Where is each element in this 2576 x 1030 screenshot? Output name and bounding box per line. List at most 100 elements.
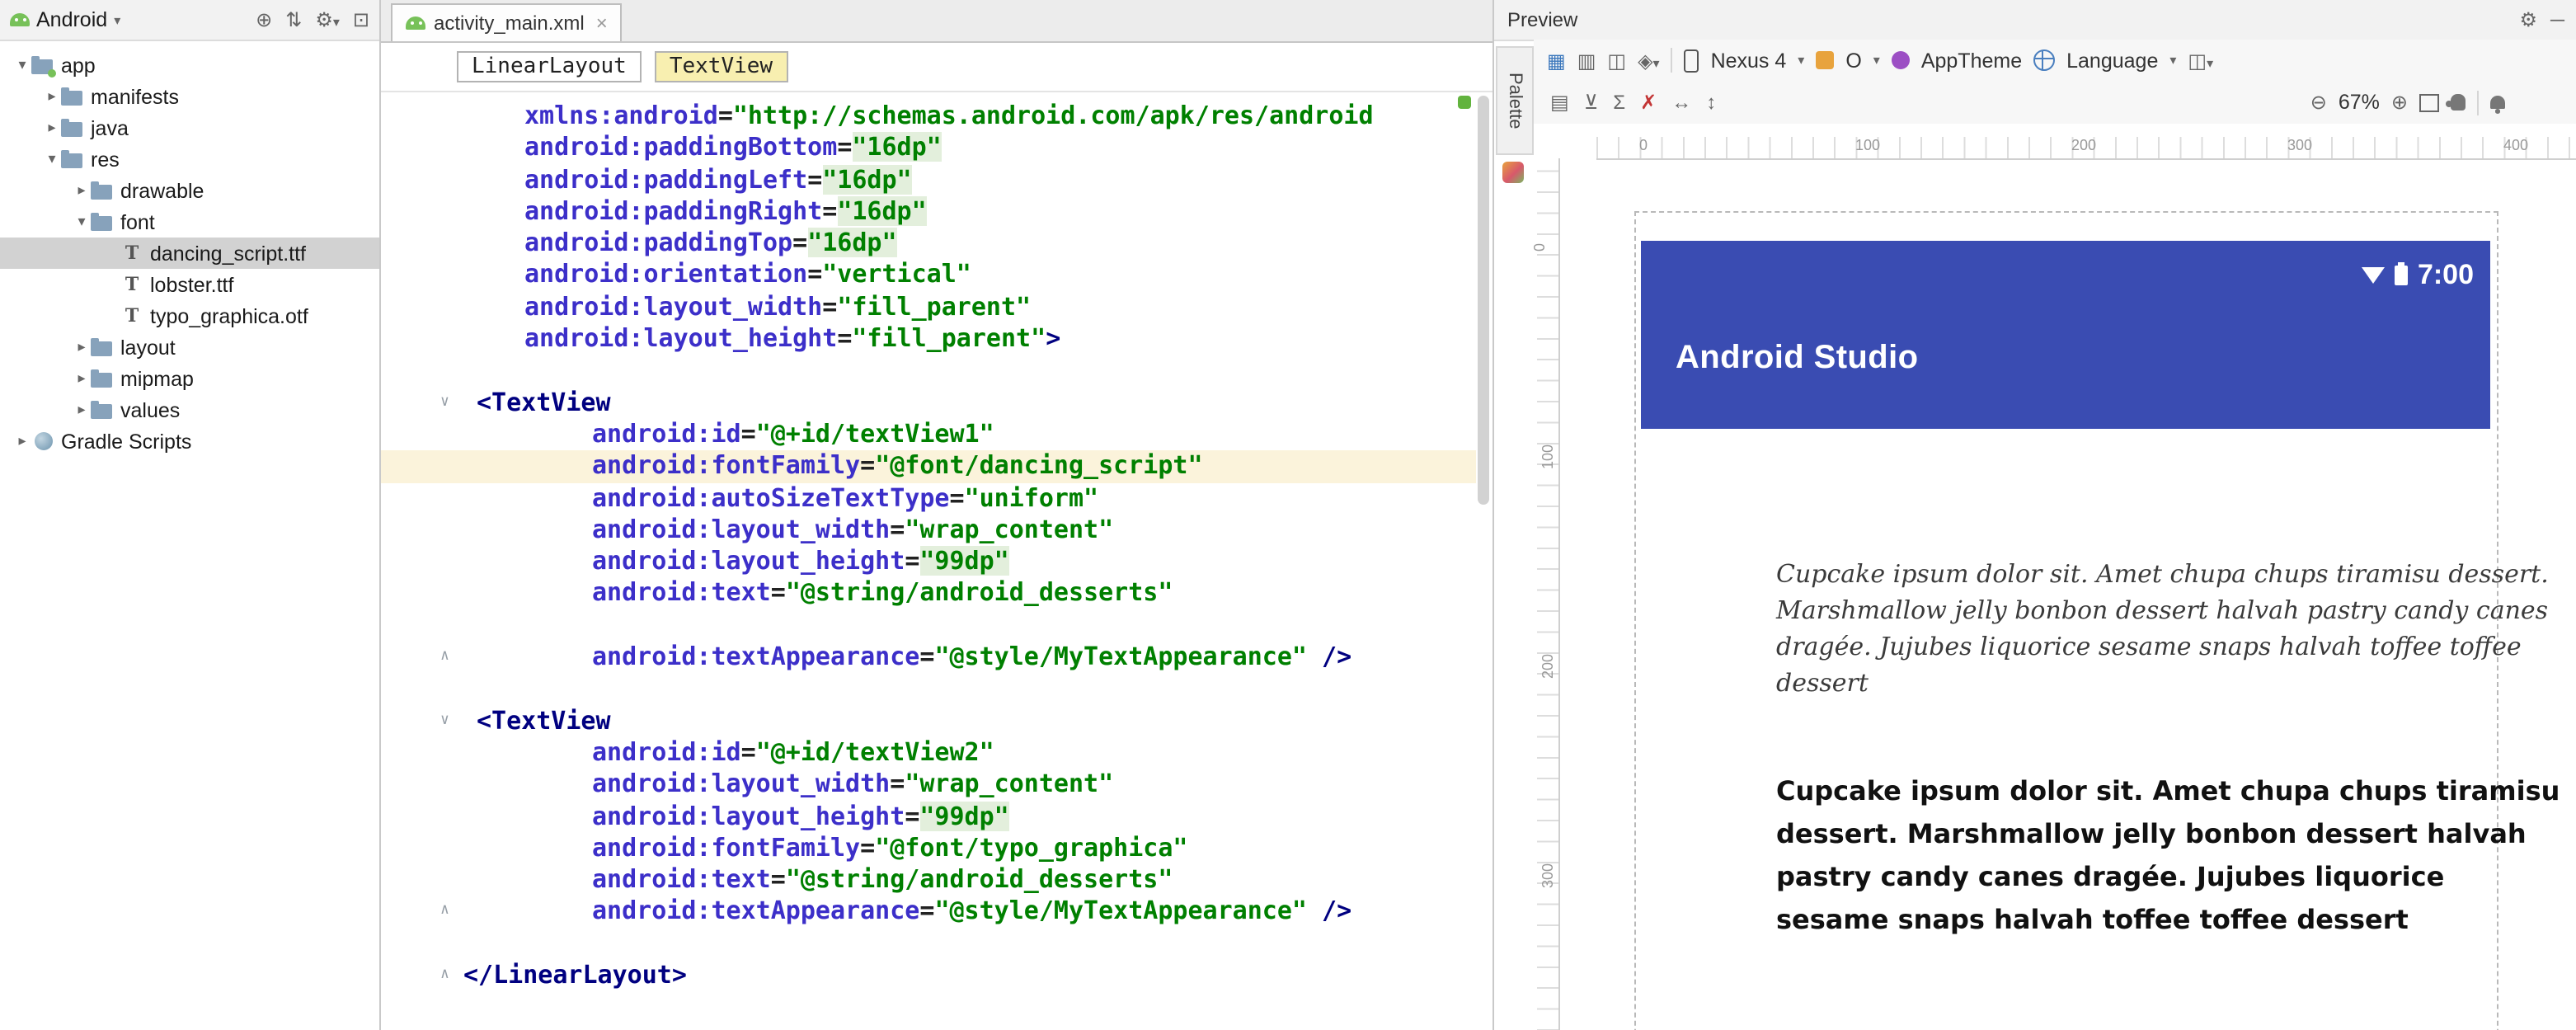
settings-gear-icon[interactable]: ⚙▾ xyxy=(315,10,340,30)
chevron-down-icon[interactable]: ▾ xyxy=(1873,53,1880,68)
tree-item-manifests[interactable]: ▸ manifests xyxy=(0,81,379,112)
close-tab-icon[interactable]: × xyxy=(596,12,608,35)
code-line[interactable]: ∨ <TextView xyxy=(381,387,1476,419)
blueprint-surface-icon[interactable]: ▥ xyxy=(1577,50,1596,70)
tree-item-app[interactable]: ▾ app xyxy=(0,49,379,81)
fold-marker-icon[interactable]: ∧ xyxy=(440,896,449,929)
tree-item-layout[interactable]: ▸ layout xyxy=(0,332,379,363)
notifications-bell-icon[interactable] xyxy=(2490,96,2505,113)
code-line-current[interactable]: android:fontFamily="@font/dancing_script… xyxy=(381,450,1476,483)
tree-item-mipmap[interactable]: ▸ mipmap xyxy=(0,363,379,394)
textview1-dancing-script[interactable]: Cupcake ipsum dolor sit. Amet chupa chup… xyxy=(1776,556,2571,701)
zoom-to-fit-icon[interactable] xyxy=(2419,93,2439,111)
expanded-arrow-icon[interactable]: ▾ xyxy=(73,213,91,231)
design-surface-icon[interactable]: ▦ xyxy=(1547,50,1566,70)
sum-constraints-icon[interactable]: Σ xyxy=(1613,92,1625,112)
locale-selector[interactable]: Language xyxy=(2066,49,2158,72)
breadcrumb-textview[interactable]: TextView xyxy=(654,51,788,82)
expand-vertical-icon[interactable]: ↕ xyxy=(1706,92,1716,112)
tree-item-lobster-ttf[interactable]: Tlobster.ttf xyxy=(0,269,379,300)
code-line[interactable]: android:layout_height="fill_parent"> xyxy=(381,323,1476,355)
collapsed-arrow-icon[interactable]: ▸ xyxy=(43,119,61,137)
code-line[interactable]: android:layout_height="99dp" xyxy=(381,801,1476,833)
code-line[interactable]: android:layout_height="99dp" xyxy=(381,546,1476,578)
tree-item-java[interactable]: ▸ java xyxy=(0,112,379,143)
code-line[interactable] xyxy=(381,674,1476,706)
collapsed-arrow-icon[interactable]: ▸ xyxy=(13,432,31,450)
expanded-arrow-icon[interactable]: ▾ xyxy=(43,150,61,168)
zoom-in-icon[interactable]: ⊕ xyxy=(2391,92,2408,112)
fold-marker-icon[interactable]: ∧ xyxy=(440,642,449,674)
code-line[interactable]: android:fontFamily="@font/typo_graphica" xyxy=(381,833,1476,865)
code-line[interactable]: android:autoSizeTextType="uniform" xyxy=(381,482,1476,515)
code-line[interactable]: android:text="@string/android_desserts" xyxy=(381,864,1476,896)
code-line[interactable] xyxy=(381,355,1476,388)
theme-diamond-icon[interactable]: ◈▾ xyxy=(1638,50,1660,70)
split-surface-icon[interactable]: ◫ xyxy=(1607,50,1626,70)
editor-scrollbar[interactable] xyxy=(1478,96,1489,505)
preview-hide-icon[interactable]: ─ xyxy=(2550,8,2564,31)
sort-actions-icon[interactable]: ⊻ xyxy=(1584,92,1599,112)
tree-item-gradle-scripts[interactable]: ▸ Gradle Scripts xyxy=(0,426,379,457)
show-layout-icon[interactable]: ▤ xyxy=(1550,92,1569,112)
code-line[interactable]: android:text="@string/android_desserts" xyxy=(381,578,1476,610)
code-line[interactable] xyxy=(381,928,1476,960)
tree-item-res[interactable]: ▾ res xyxy=(0,143,379,175)
fold-marker-icon[interactable]: ∨ xyxy=(440,705,449,737)
palette-icon[interactable] xyxy=(1502,162,1524,183)
collapsed-arrow-icon[interactable]: ▸ xyxy=(73,338,91,356)
code-line[interactable]: xmlns:android="http://schemas.android.co… xyxy=(381,101,1476,133)
code-line[interactable]: android:id="@+id/textView2" xyxy=(381,737,1476,769)
chevron-down-icon[interactable]: ▾ xyxy=(1798,53,1804,68)
device-preview-frame[interactable]: 7:00 Android Studio Cupcake ipsum dolor … xyxy=(1634,211,2560,1030)
code-line[interactable]: android:paddingBottom="16dp" xyxy=(381,132,1476,165)
code-line[interactable]: ∧ android:textAppearance="@style/MyTextAp… xyxy=(381,896,1476,929)
chevron-down-icon[interactable]: ▾ xyxy=(114,12,120,27)
breadcrumb-linearlayout[interactable]: LinearLayout xyxy=(457,51,642,82)
code-line[interactable] xyxy=(381,610,1476,642)
collapsed-arrow-icon[interactable]: ▸ xyxy=(73,401,91,419)
tree-item-values[interactable]: ▸ values xyxy=(0,394,379,426)
code-line[interactable]: android:paddingRight="16dp" xyxy=(381,195,1476,228)
inspection-status-icon[interactable] xyxy=(1458,96,1471,109)
code-line[interactable]: android:layout_width="wrap_content" xyxy=(381,769,1476,801)
clear-constraints-icon[interactable]: ✗ xyxy=(1640,92,1657,112)
code-line[interactable]: ∧ </LinearLayout> xyxy=(381,960,1476,992)
code-line[interactable]: android:paddingLeft="16dp" xyxy=(381,164,1476,196)
preview-canvas[interactable]: 7:00 Android Studio Cupcake ipsum dolor … xyxy=(1534,124,2576,1030)
tree-item-font[interactable]: ▾ font xyxy=(0,206,379,238)
layout-variant-icon[interactable]: ◫▾ xyxy=(2188,50,2213,70)
fold-marker-icon[interactable]: ∨ xyxy=(440,387,449,419)
expand-horizontal-icon[interactable]: ↔ xyxy=(1671,92,1691,112)
tree-item-dancing-script-ttf[interactable]: Tdancing_script.ttf xyxy=(0,238,379,269)
chevron-down-icon[interactable]: ▾ xyxy=(2169,53,2176,68)
project-view-selector[interactable]: Android xyxy=(36,8,107,31)
code-line[interactable]: ∨ <TextView xyxy=(381,705,1476,737)
preview-settings-gear-icon[interactable]: ⚙ xyxy=(2519,8,2537,31)
code-line[interactable]: android:orientation="vertical" xyxy=(381,260,1476,292)
hide-panel-icon[interactable]: ⊡ xyxy=(353,10,369,30)
code-line[interactable]: ∧ android:textAppearance="@style/MyTextAp… xyxy=(381,642,1476,674)
theme-selector[interactable]: AppTheme xyxy=(1921,49,2022,72)
tree-item-typo-graphica-otf[interactable]: Ttypo_graphica.otf xyxy=(0,300,379,332)
tab-activity-main-xml[interactable]: activity_main.xml × xyxy=(391,3,623,41)
collapse-all-icon[interactable]: ⇅ xyxy=(285,10,302,30)
collapsed-arrow-icon[interactable]: ▸ xyxy=(73,181,91,200)
textview2-typo-graphica[interactable]: Cupcake ipsum dolor sit. Amet chupa chup… xyxy=(1776,770,2564,942)
collapsed-arrow-icon[interactable]: ▸ xyxy=(43,87,61,106)
orientation-selector[interactable]: O xyxy=(1845,49,1861,72)
code-editor[interactable]: xmlns:android="http://schemas.android.co… xyxy=(381,91,1476,992)
tree-item-drawable[interactable]: ▸ drawable xyxy=(0,175,379,206)
zoom-out-icon[interactable]: ⊖ xyxy=(2310,92,2327,112)
code-line[interactable]: android:id="@+id/textView1" xyxy=(381,419,1476,451)
locate-file-icon[interactable]: ⊕ xyxy=(256,10,272,30)
code-line[interactable]: android:layout_width="fill_parent" xyxy=(381,292,1476,324)
collapsed-arrow-icon[interactable]: ▸ xyxy=(73,369,91,388)
pan-hand-icon[interactable] xyxy=(2446,94,2466,111)
expanded-arrow-icon[interactable]: ▾ xyxy=(13,56,31,74)
code-line[interactable]: android:paddingTop="16dp" xyxy=(381,228,1476,260)
fold-marker-icon[interactable]: ∧ xyxy=(440,960,449,992)
palette-tab[interactable]: Palette xyxy=(1496,46,1534,155)
code-line[interactable]: android:layout_width="wrap_content" xyxy=(381,515,1476,547)
device-selector[interactable]: Nexus 4 xyxy=(1711,49,1787,72)
